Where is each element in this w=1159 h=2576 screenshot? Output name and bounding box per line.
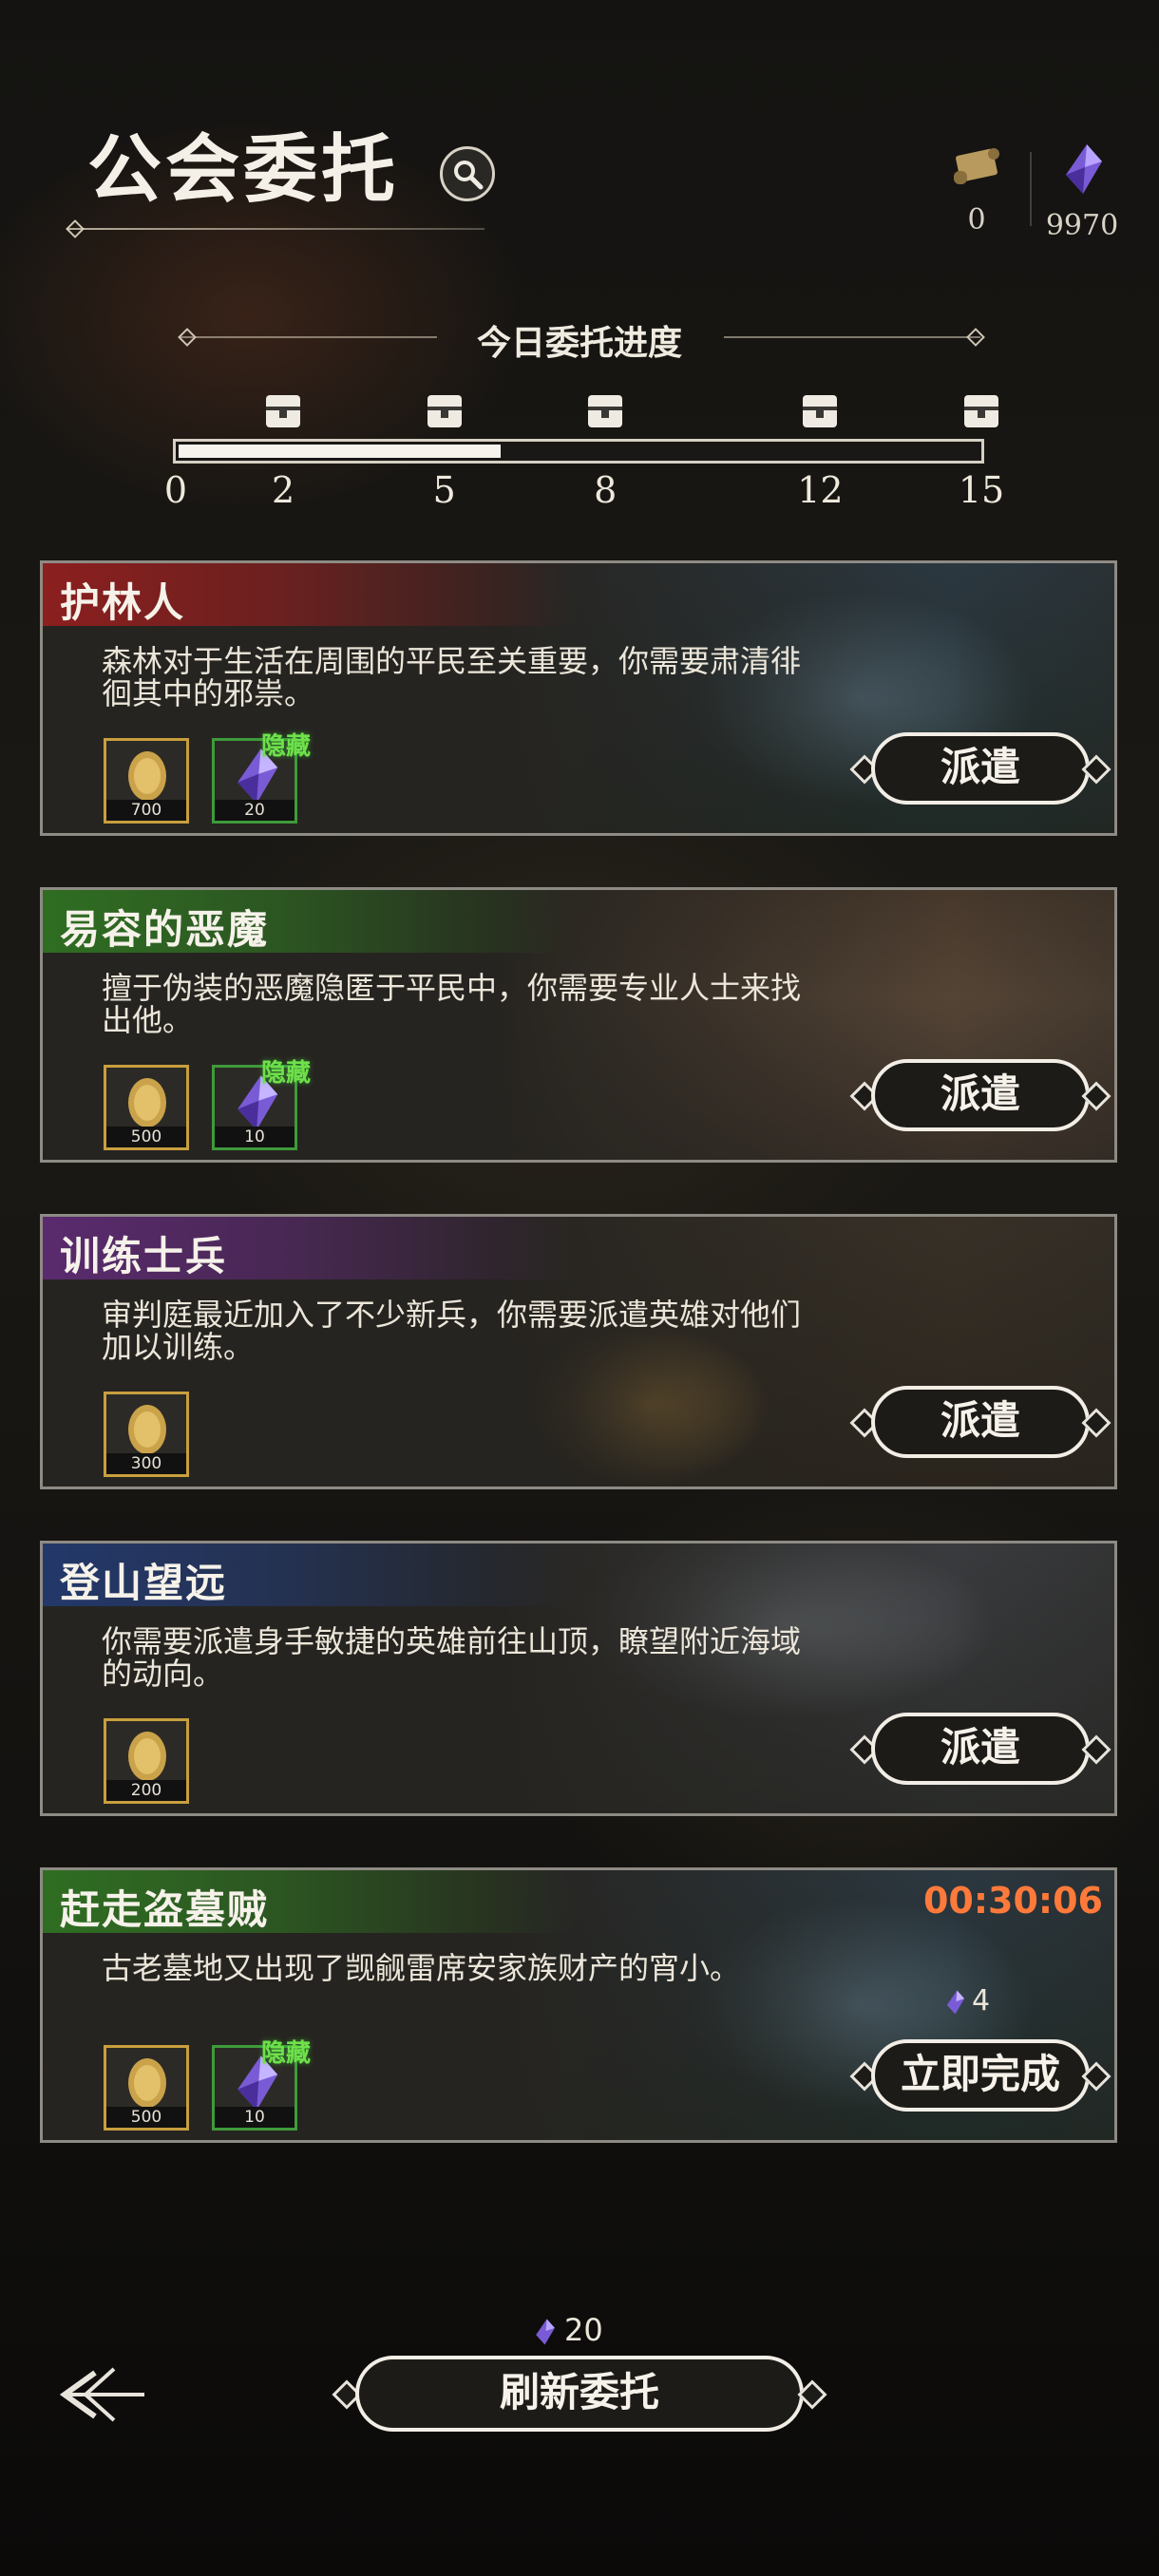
reward-slot[interactable]: 700 bbox=[104, 738, 189, 824]
scroll-count: 0 bbox=[967, 203, 986, 237]
reward-quantity: 20 bbox=[215, 800, 294, 821]
progress-tick-label: 8 bbox=[594, 469, 618, 511]
reward-quantity: 10 bbox=[215, 2107, 294, 2128]
hidden-reward-tag: 隐藏 bbox=[261, 732, 312, 761]
refresh-quests-label: 刷新委托 bbox=[355, 2356, 804, 2432]
gold-coin-icon bbox=[128, 751, 166, 801]
reward-quantity: 200 bbox=[106, 1780, 186, 1801]
title-underline bbox=[66, 228, 484, 230]
dispatch-button[interactable]: 派遣 bbox=[849, 732, 1112, 805]
dispatch-button[interactable]: 派遣 bbox=[849, 1386, 1112, 1458]
quest-description: 审判庭最近加入了不少新兵，你需要派遣英雄对他们加以训练。 bbox=[102, 1297, 802, 1365]
quest-title: 赶走盗墓贼 bbox=[60, 1886, 270, 1933]
progress-tick-label: 15 bbox=[958, 469, 1005, 511]
quest-card[interactable]: 易容的恶魔擅于伪装的恶魔隐匿于平民中，你需要专业人士来找出他。 500 10 隐藏 派遣 bbox=[40, 887, 1117, 1163]
gold-coin-icon bbox=[128, 1078, 166, 1127]
progress-tick-label: 2 bbox=[271, 469, 295, 511]
milestone-chest-icon[interactable] bbox=[264, 393, 302, 429]
crystal-count: 9970 bbox=[1045, 209, 1119, 242]
dispatch-button-label: 派遣 bbox=[871, 1059, 1090, 1131]
progress-tick-label: 12 bbox=[797, 469, 844, 511]
dispatch-button-label: 派遣 bbox=[871, 1713, 1090, 1785]
instant-complete-button-label: 立即完成 bbox=[871, 2039, 1090, 2112]
instant-complete-cost-value: 4 bbox=[972, 1984, 991, 2017]
progress-line-right bbox=[724, 336, 980, 338]
crystal-icon bbox=[1066, 144, 1102, 194]
reward-quantity: 700 bbox=[106, 800, 186, 821]
dispatch-button[interactable]: 派遣 bbox=[849, 1713, 1112, 1785]
dispatch-button[interactable]: 派遣 bbox=[849, 1059, 1112, 1131]
back-arrow-icon bbox=[59, 2367, 144, 2422]
reward-slot[interactable]: 500 bbox=[104, 2045, 189, 2131]
reward-slot[interactable]: 300 bbox=[104, 1392, 189, 1477]
dispatch-button-label: 派遣 bbox=[871, 1386, 1090, 1458]
quest-title: 护林人 bbox=[60, 579, 186, 626]
instant-complete-cost: 4 bbox=[943, 1984, 990, 2017]
reward-quantity: 300 bbox=[106, 1453, 186, 1474]
milestone-chest-icon[interactable] bbox=[586, 393, 624, 429]
page-title: 公会委托 bbox=[87, 126, 400, 213]
quest-description: 古老墓地又出现了觊觎雷席安家族财产的宵小。 bbox=[102, 1950, 741, 1986]
dispatch-button-label: 派遣 bbox=[871, 732, 1090, 805]
quest-description: 森林对于生活在周围的平民至关重要，你需要肃清徘徊其中的邪祟。 bbox=[102, 643, 802, 711]
currency-divider bbox=[1030, 152, 1032, 226]
gold-coin-icon bbox=[128, 1405, 166, 1454]
progress-title: 今日委托进度 bbox=[476, 323, 682, 363]
progress-tick-label: 5 bbox=[432, 469, 456, 511]
crystal-icon bbox=[536, 2319, 555, 2345]
quest-card[interactable]: 赶走盗墓贼古老墓地又出现了觊觎雷席安家族财产的宵小。 500 10 隐藏 00:30:0… bbox=[40, 1867, 1117, 2143]
quest-card[interactable]: 护林人森林对于生活在周围的平民至关重要，你需要肃清徘徊其中的邪祟。 700 20 隐藏… bbox=[40, 560, 1117, 836]
gold-coin-icon bbox=[128, 1732, 166, 1781]
scroll-icon bbox=[954, 148, 999, 184]
reward-slot[interactable]: 500 bbox=[104, 1065, 189, 1150]
quest-title: 登山望远 bbox=[60, 1560, 228, 1606]
reward-slot[interactable]: 200 bbox=[104, 1718, 189, 1804]
reward-quantity: 500 bbox=[106, 2107, 186, 2128]
quest-card[interactable]: 登山望远你需要派遣身手敏捷的英雄前往山顶，瞭望附近海域的动向。 200 派遣 bbox=[40, 1541, 1117, 1816]
back-button[interactable] bbox=[57, 2361, 152, 2432]
quest-title: 易容的恶魔 bbox=[60, 906, 270, 953]
hidden-reward-tag: 隐藏 bbox=[261, 2039, 312, 2068]
progress-bar bbox=[173, 439, 984, 464]
quest-card[interactable]: 训练士兵审判庭最近加入了不少新兵，你需要派遣英雄对他们加以训练。 300 派遣 bbox=[40, 1214, 1117, 1489]
milestone-chest-icon[interactable] bbox=[801, 393, 839, 429]
instant-complete-button[interactable]: 立即完成 bbox=[849, 2039, 1112, 2112]
quest-description: 擅于伪装的恶魔隐匿于平民中，你需要专业人士来找出他。 bbox=[102, 970, 802, 1038]
reward-quantity: 10 bbox=[215, 1127, 294, 1147]
search-icon bbox=[454, 161, 484, 190]
hidden-reward-tag: 隐藏 bbox=[261, 1059, 312, 1088]
reward-quantity: 500 bbox=[106, 1127, 186, 1147]
progress-bar-fill bbox=[179, 445, 501, 458]
milestone-chest-icon[interactable] bbox=[962, 393, 1000, 429]
currency-scroll: 0 bbox=[934, 142, 1019, 237]
crystal-icon bbox=[946, 1990, 965, 2014]
quest-timer: 00:30:06 bbox=[922, 1880, 1103, 1922]
progress-tick-label: 0 bbox=[163, 469, 188, 511]
search-button[interactable] bbox=[440, 146, 495, 201]
refresh-quests-button[interactable]: 刷新委托 bbox=[332, 2356, 827, 2432]
refresh-cost: 20 bbox=[532, 2312, 603, 2348]
milestone-chest-icon[interactable] bbox=[426, 393, 464, 429]
quest-title: 训练士兵 bbox=[60, 1233, 228, 1279]
currency-crystal: 9970 bbox=[1039, 142, 1125, 242]
refresh-cost-value: 20 bbox=[564, 2312, 603, 2348]
quest-description: 你需要派遣身手敏捷的英雄前往山顶，瞭望附近海域的动向。 bbox=[102, 1623, 802, 1692]
gold-coin-icon bbox=[128, 2058, 166, 2108]
